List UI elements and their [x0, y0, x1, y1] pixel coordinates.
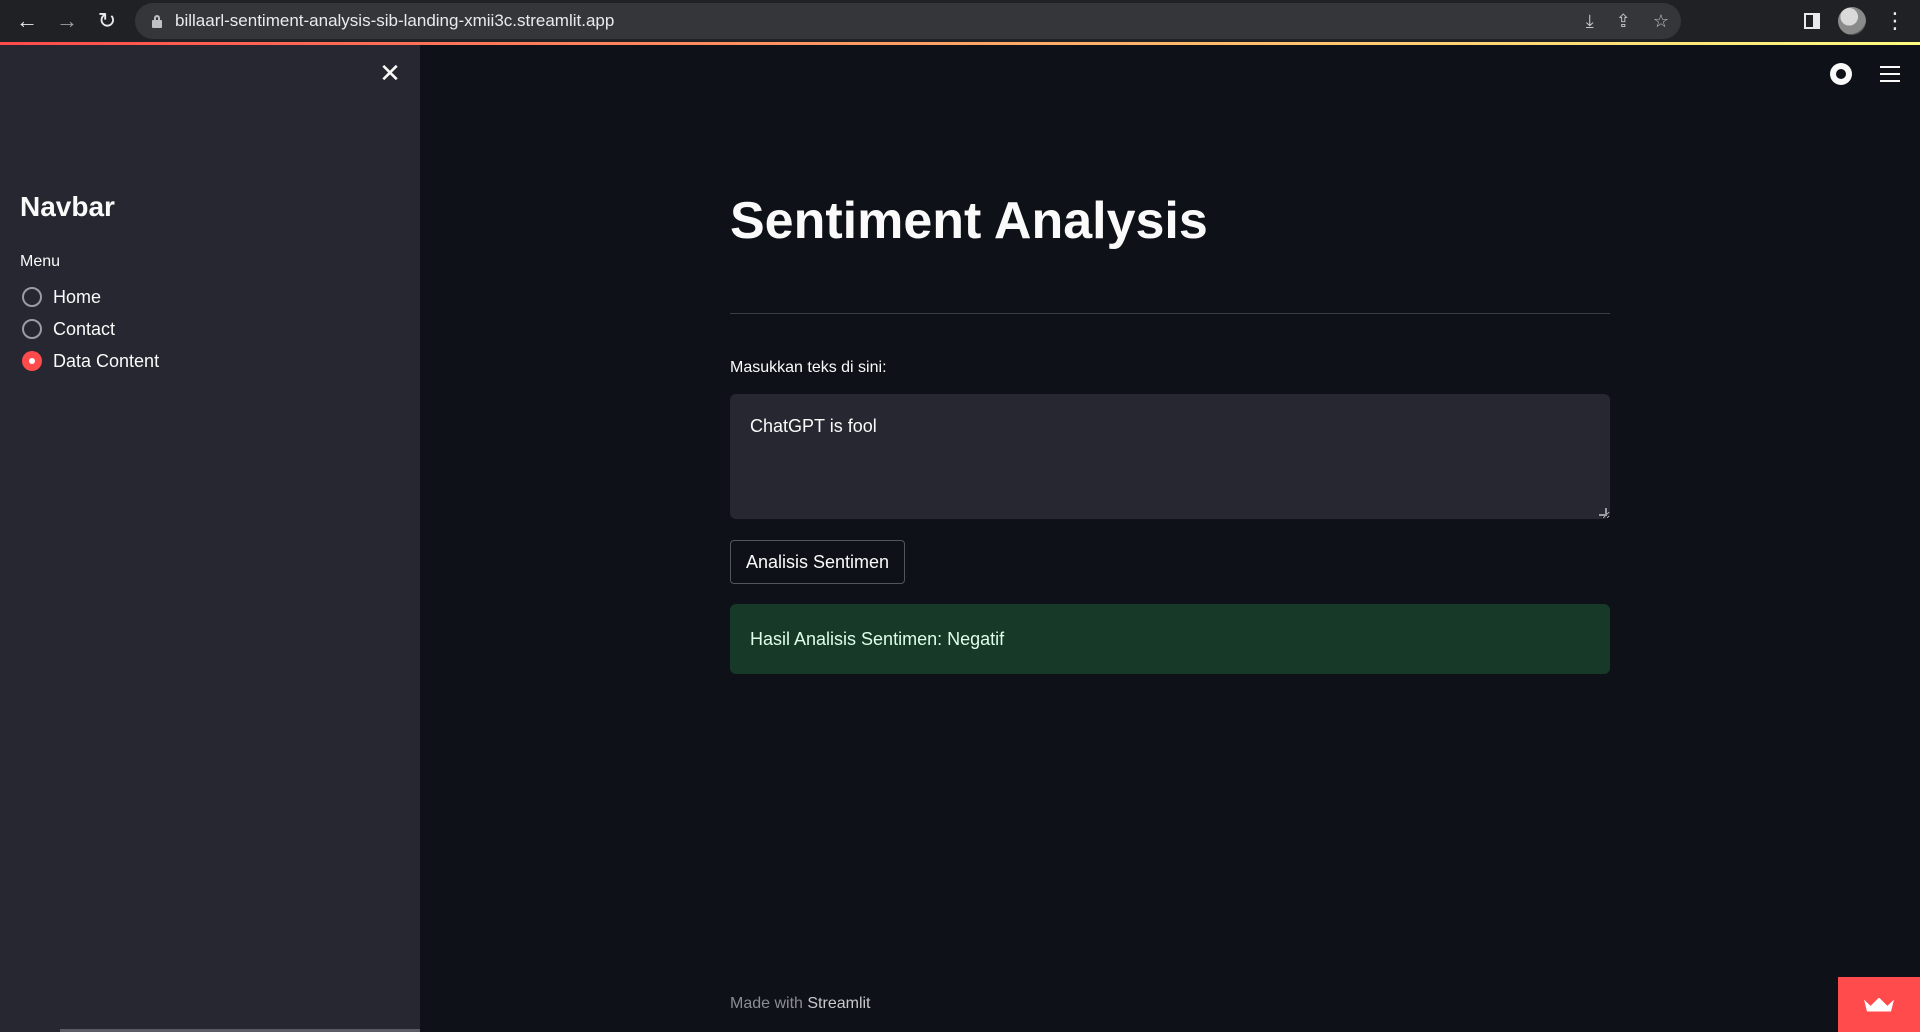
- footer: Made with Streamlit: [730, 995, 871, 1013]
- text-input-area[interactable]: ChatGPT is fool: [730, 394, 1610, 519]
- omnibox-actions: ⤓ ⇪ ☆: [1586, 3, 1669, 39]
- close-icon[interactable]: ✕: [378, 60, 402, 86]
- streamlit-badge[interactable]: [1838, 977, 1920, 1032]
- streamlit-link[interactable]: Streamlit: [807, 995, 870, 1012]
- side-panel-icon[interactable]: [1804, 13, 1820, 29]
- install-icon[interactable]: ⤓: [1586, 11, 1594, 32]
- reload-icon[interactable]: ↻: [92, 6, 122, 36]
- radio-unchecked-icon[interactable]: [22, 319, 42, 339]
- bookmark-star-icon[interactable]: ☆: [1653, 11, 1669, 32]
- text-input-label: Masukkan teks di sini:: [730, 359, 887, 376]
- radio-unchecked-icon[interactable]: [22, 287, 42, 307]
- browser-toolbar: ← → ↻ billaarl-sentiment-analysis-sib-la…: [0, 0, 1920, 42]
- menu-item-label: Contact: [53, 318, 116, 339]
- menu-item-label: Home: [53, 286, 102, 307]
- github-icon[interactable]: [1830, 63, 1852, 85]
- menu-label: Menu: [20, 253, 61, 270]
- result-success-alert: Hasil Analisis Sentimen: Negatif: [730, 604, 1610, 674]
- menu-item-contact[interactable]: Contact: [22, 313, 159, 345]
- sidebar-title: Navbar: [20, 191, 115, 222]
- url-text[interactable]: billaarl-sentiment-analysis-sib-landing-…: [175, 11, 614, 31]
- lock-icon[interactable]: [151, 14, 163, 28]
- footer-prefix: Made with: [730, 995, 808, 1012]
- app-toolbar: [1830, 63, 1900, 85]
- divider: [730, 313, 1610, 314]
- forward-icon[interactable]: →: [52, 6, 82, 36]
- menu-item-data-content[interactable]: Data Content: [22, 345, 159, 377]
- crown-icon: [1864, 998, 1894, 1012]
- address-bar[interactable]: billaarl-sentiment-analysis-sib-landing-…: [135, 3, 1681, 39]
- page-title: Sentiment Analysis: [730, 192, 1208, 250]
- menu-radio-group: Home Contact Data Content: [22, 281, 159, 377]
- resize-grip-icon[interactable]: [1599, 508, 1607, 516]
- radio-checked-icon[interactable]: [22, 351, 42, 371]
- back-icon[interactable]: ←: [12, 6, 42, 36]
- menu-item-label: Data Content: [53, 350, 160, 371]
- browser-nav-group: ← → ↻: [12, 6, 122, 36]
- analyze-sentiment-button[interactable]: Analisis Sentimen: [730, 540, 906, 584]
- browser-menu-icon[interactable]: ⋮: [1884, 10, 1906, 32]
- browser-right-icons: ⋮: [1804, 0, 1906, 42]
- share-icon[interactable]: ⇪: [1616, 11, 1631, 32]
- sidebar: ✕ Navbar Menu Home Contact Data Content: [0, 45, 420, 1032]
- result-text: Hasil Analisis Sentimen: Negatif: [750, 628, 1005, 649]
- hamburger-menu-icon[interactable]: [1880, 66, 1900, 82]
- menu-item-home[interactable]: Home: [22, 281, 159, 313]
- main-content: Sentiment Analysis Masukkan teks di sini…: [420, 45, 1920, 1032]
- profile-avatar[interactable]: [1838, 7, 1866, 35]
